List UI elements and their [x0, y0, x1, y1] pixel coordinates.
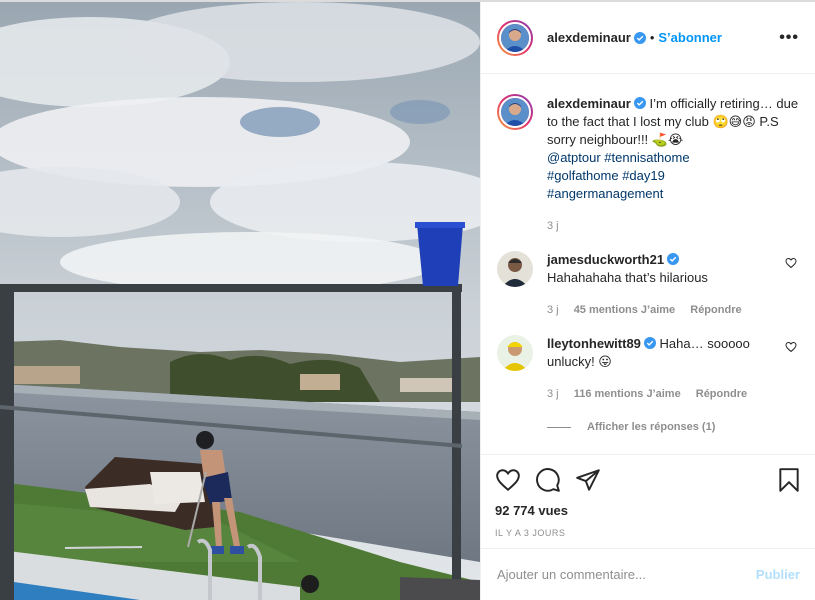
comment-item: jamesduckworth21 Hahahahaha that’s hilar… [497, 251, 799, 319]
comment-username[interactable]: lleytonhewitt89 [547, 336, 641, 351]
comment-input[interactable] [497, 567, 756, 582]
commenter-avatar[interactable] [497, 251, 533, 287]
caption-timestamp[interactable]: 3 j [547, 217, 799, 235]
post-modal: alexdeminaur • S’abonner ••• alexdeminau… [0, 0, 815, 600]
author-avatar[interactable] [497, 19, 533, 56]
reply-button[interactable]: Répondre [690, 304, 741, 316]
comment-timestamp[interactable]: 3 j [547, 304, 559, 316]
comment-text: Hahahahaha that’s hilarious [547, 270, 708, 285]
video-frame-image [0, 2, 480, 600]
comment-like-icon[interactable] [785, 341, 797, 353]
share-icon[interactable] [575, 467, 601, 493]
avatar-image [497, 251, 533, 287]
separator-dot: • [649, 30, 655, 45]
comment-icon[interactable] [535, 467, 561, 493]
avatar-image [501, 98, 529, 126]
mention-link[interactable]: @atptour [547, 150, 601, 165]
verified-badge-icon [633, 97, 646, 109]
post-video[interactable] [0, 2, 480, 600]
comments-list[interactable]: alexdeminaur I’m officially retiring… du… [481, 74, 815, 452]
reply-button[interactable]: Répondre [696, 388, 747, 400]
avatar-image [501, 23, 529, 52]
hashtag-link[interactable]: #day19 [622, 168, 665, 183]
follow-button[interactable]: S’abonner [658, 30, 722, 45]
commenter-avatar[interactable] [497, 335, 533, 371]
bookmark-icon[interactable] [776, 467, 802, 493]
comment-likes[interactable]: 45 mentions J’aime [574, 304, 676, 316]
caption-username[interactable]: alexdeminaur [547, 96, 631, 111]
comment-likes[interactable]: 116 mentions J’aime [574, 388, 681, 400]
view-count[interactable]: 92 774 vues [495, 503, 802, 518]
caption: alexdeminaur I’m officially retiring… du… [497, 94, 799, 235]
post-timestamp[interactable]: IL Y A 3 JOURS [495, 528, 802, 538]
view-replies-button[interactable]: Afficher les réponses (1) [547, 421, 799, 433]
caption-avatar[interactable] [497, 94, 533, 130]
hashtag-link[interactable]: #tennisathome [604, 150, 689, 165]
comment-composer: Publier [481, 548, 815, 600]
comment-like-icon[interactable] [785, 257, 797, 269]
avatar-image [497, 335, 533, 371]
author-username[interactable]: alexdeminaur [547, 30, 631, 45]
verified-badge-icon [633, 31, 646, 44]
post-comment-button[interactable]: Publier [756, 567, 800, 582]
heart-icon[interactable] [495, 467, 521, 493]
verified-badge-icon [643, 337, 656, 349]
comment-username[interactable]: jamesduckworth21 [547, 252, 664, 267]
post-header: alexdeminaur • S’abonner ••• [481, 2, 815, 74]
comment-item: lleytonhewitt89 Haha… sooooo unlucky! 😛 … [497, 335, 799, 403]
replies-divider [547, 426, 571, 428]
more-options-icon[interactable]: ••• [779, 29, 799, 47]
verified-badge-icon [667, 253, 680, 265]
post-sidebar: alexdeminaur • S’abonner ••• alexdeminau… [480, 2, 815, 600]
hashtag-link[interactable]: #golfathome [547, 168, 619, 183]
view-replies-label: Afficher les réponses (1) [587, 421, 716, 433]
comment-timestamp[interactable]: 3 j [547, 388, 559, 400]
hashtag-link[interactable]: #angermanagement [547, 186, 663, 201]
post-actions: 92 774 vues IL Y A 3 JOURS [481, 454, 815, 538]
